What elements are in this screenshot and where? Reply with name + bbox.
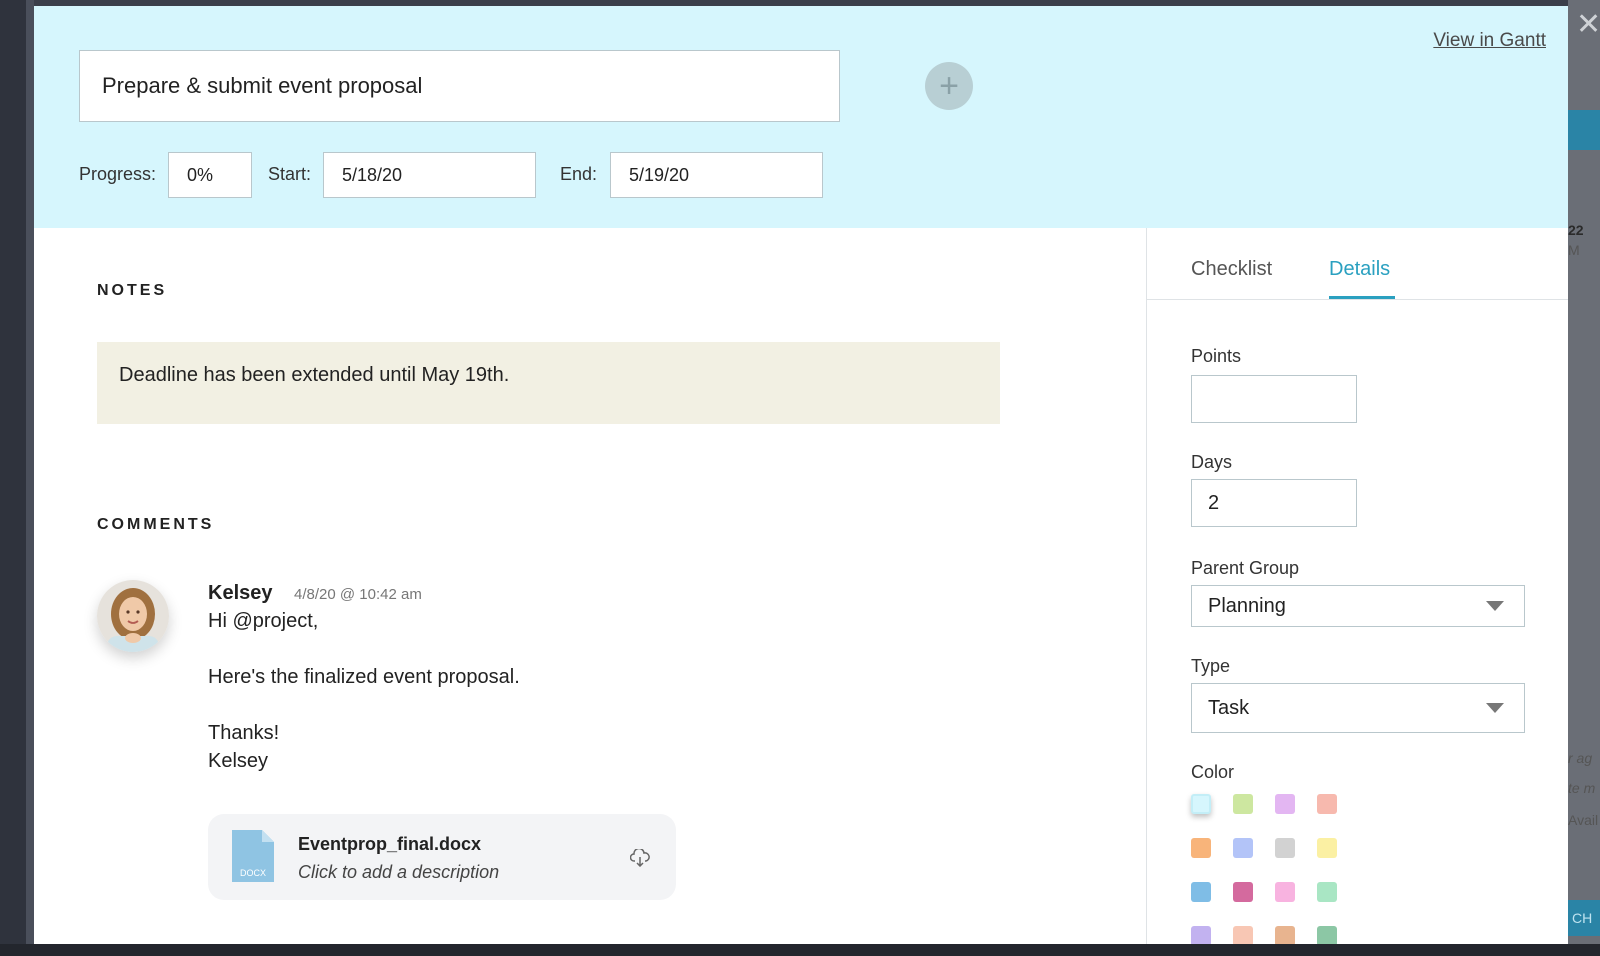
background-text: te m bbox=[1568, 780, 1596, 796]
end-date-input[interactable]: 5/19/20 bbox=[610, 152, 823, 198]
attachment-filename[interactable]: Eventprop_final.docx bbox=[298, 834, 481, 855]
start-date-input[interactable]: 5/18/20 bbox=[323, 152, 536, 198]
avatar-image bbox=[97, 580, 169, 652]
type-label: Type bbox=[1191, 656, 1231, 676]
comment-body-line: Thanks! bbox=[208, 722, 280, 744]
background-date-number: 22 bbox=[1568, 222, 1584, 238]
view-in-gantt-link[interactable]: View in Gantt bbox=[1433, 30, 1546, 52]
docx-badge: DOCX bbox=[240, 868, 266, 878]
color-swatch[interactable] bbox=[1233, 794, 1253, 814]
download-cloud-icon[interactable] bbox=[630, 849, 650, 867]
color-label: Color bbox=[1191, 762, 1235, 782]
end-label: End: bbox=[560, 164, 598, 184]
color-swatch[interactable] bbox=[1317, 882, 1337, 902]
color-swatch[interactable] bbox=[1317, 794, 1337, 814]
details-panel: Checklist Details Points Days 2 Parent G… bbox=[1146, 228, 1568, 944]
color-swatch[interactable] bbox=[1191, 838, 1211, 858]
color-swatch[interactable] bbox=[1191, 794, 1211, 814]
chevron-down-icon bbox=[1486, 601, 1504, 611]
type-select[interactable]: Task bbox=[1191, 683, 1525, 733]
comment-author: Kelsey bbox=[208, 582, 273, 604]
background-text: Avail bbox=[1568, 812, 1599, 828]
color-swatch[interactable] bbox=[1317, 838, 1337, 858]
task-modal: Prepare & submit event proposal + View i… bbox=[34, 6, 1568, 944]
parent-group-select[interactable]: Planning bbox=[1191, 585, 1525, 627]
background-button: CH bbox=[1568, 900, 1600, 936]
background-text: r ag bbox=[1568, 750, 1593, 766]
background-app-right: ✕ 22 M r ag te m Avail CH bbox=[1568, 0, 1600, 956]
days-input[interactable]: 2 bbox=[1191, 479, 1357, 527]
panel-tabs: Checklist Details bbox=[1147, 228, 1568, 300]
progress-label: Progress: bbox=[79, 164, 157, 184]
chevron-down-icon bbox=[1486, 703, 1504, 713]
color-swatch[interactable] bbox=[1275, 926, 1295, 944]
bottom-bar bbox=[0, 944, 1600, 956]
active-tab-indicator bbox=[1329, 296, 1395, 299]
avatar bbox=[97, 580, 169, 652]
background-strip bbox=[26, 0, 34, 956]
type-value: Task bbox=[1208, 696, 1250, 719]
background-app-left bbox=[0, 0, 34, 956]
notes-heading: NOTES bbox=[97, 282, 168, 299]
color-swatch[interactable] bbox=[1233, 882, 1253, 902]
notes-field[interactable]: Deadline has been extended until May 19t… bbox=[97, 342, 1000, 424]
color-swatch[interactable] bbox=[1233, 838, 1253, 858]
tab-details[interactable]: Details bbox=[1329, 258, 1390, 281]
background-date-sub: M bbox=[1568, 242, 1580, 258]
color-swatch[interactable] bbox=[1317, 926, 1337, 944]
task-header: Prepare & submit event proposal + View i… bbox=[34, 6, 1568, 228]
comment-timestamp: 4/8/20 @ 10:42 am bbox=[294, 586, 422, 603]
comment-body-line: Kelsey bbox=[208, 750, 269, 772]
parent-group-value: Planning bbox=[1208, 594, 1286, 617]
points-label: Points bbox=[1191, 346, 1242, 366]
task-title-input[interactable]: Prepare & submit event proposal bbox=[79, 50, 840, 122]
color-swatch[interactable] bbox=[1233, 926, 1253, 944]
points-input[interactable] bbox=[1191, 375, 1357, 423]
color-swatch[interactable] bbox=[1191, 926, 1211, 944]
start-label: Start: bbox=[268, 164, 312, 184]
tab-checklist[interactable]: Checklist bbox=[1191, 258, 1272, 281]
color-swatch[interactable] bbox=[1275, 838, 1295, 858]
comments-heading: COMMENTS bbox=[97, 516, 215, 533]
color-swatch[interactable] bbox=[1275, 882, 1295, 902]
color-swatch[interactable] bbox=[1191, 882, 1211, 902]
comment-body-line: Here's the finalized event proposal. bbox=[208, 666, 520, 688]
progress-input[interactable]: 0% bbox=[168, 152, 252, 198]
color-swatch[interactable] bbox=[1275, 794, 1295, 814]
docx-file-icon: DOCX bbox=[232, 830, 274, 882]
days-label: Days bbox=[1191, 452, 1233, 472]
close-icon[interactable]: ✕ bbox=[1576, 10, 1600, 40]
comment-body-line: Hi @project, bbox=[208, 610, 319, 632]
add-button[interactable]: + bbox=[925, 62, 973, 110]
attachment-card[interactable]: DOCX Eventprop_final.docx Click to add a… bbox=[208, 814, 676, 900]
background-button bbox=[1568, 110, 1600, 150]
attachment-description[interactable]: Click to add a description bbox=[298, 862, 499, 883]
parent-group-label: Parent Group bbox=[1191, 558, 1300, 578]
